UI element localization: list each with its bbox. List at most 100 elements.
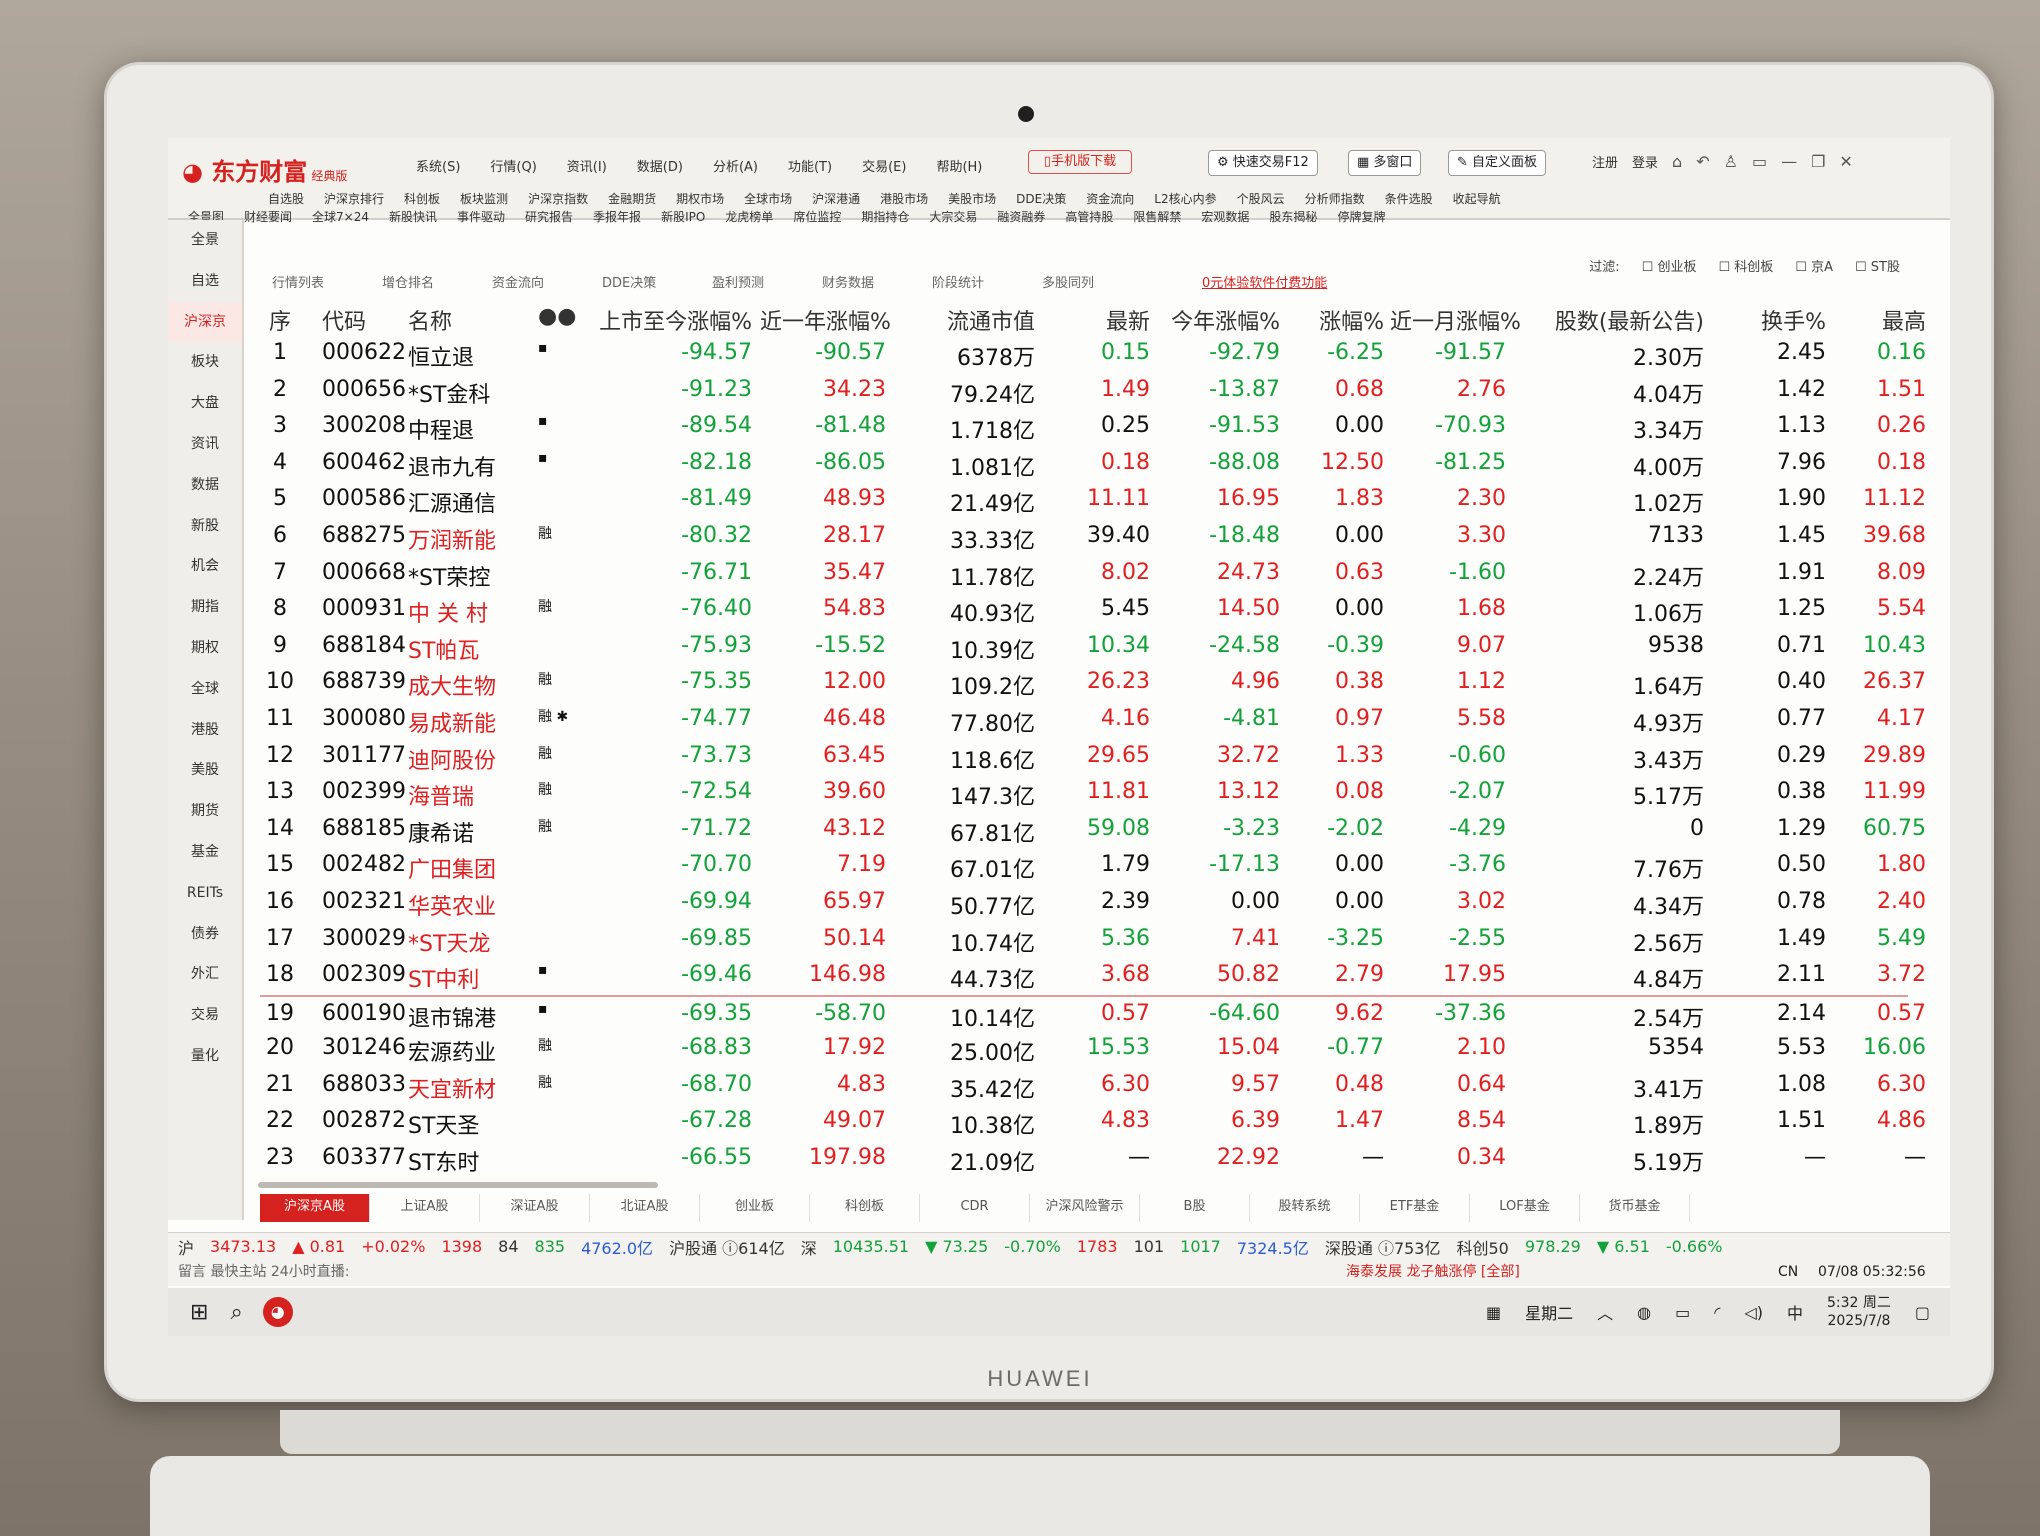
menu-system[interactable]: 系统(S) [416, 156, 460, 175]
table-row[interactable]: 3 300208 中程退 ▪ -89.54 -81.48 1.718亿 0.25 -91.53 0… [260, 409, 1926, 446]
sidebar-item-index-futures[interactable]: 期指 [168, 587, 242, 628]
login-link[interactable]: 登录 [1632, 152, 1658, 171]
subnav-item[interactable]: 个股风云 [1237, 190, 1285, 207]
subnav-item[interactable]: 宏观数据 [1201, 208, 1249, 225]
table-row[interactable]: 18 002309 ST中利 ▪ -69.46 146.98 44.73亿 3.68 50.82… [260, 958, 1926, 995]
hgt-flow[interactable]: 沪股通 ⓘ614亿 [669, 1235, 785, 1259]
sgt-flow[interactable]: 深股通 ⓘ753亿 [1325, 1235, 1441, 1259]
col-chg[interactable]: 涨幅% [1290, 304, 1384, 336]
subnav-item[interactable]: 金融期货 [608, 190, 656, 207]
subnav-item[interactable]: 财经要闻 [244, 208, 292, 225]
subnav-item[interactable]: 新股快讯 [389, 208, 437, 225]
table-row[interactable]: 12 301177 迪阿股份 融 -73.73 63.45 118.6亿 29.65 32.72… [260, 739, 1926, 776]
calendar-icon[interactable]: ▦ [1486, 1303, 1501, 1322]
sidebar-item-trade[interactable]: 交易 [168, 995, 242, 1036]
register-link[interactable]: 注册 [1592, 152, 1618, 171]
subnav-item[interactable]: 沪深京排行 [324, 190, 384, 207]
sidebar-item-us[interactable]: 美股 [168, 750, 242, 791]
subnav-item[interactable]: 停牌复牌 [1337, 208, 1385, 225]
menu-analysis[interactable]: 分析(A) [713, 156, 758, 175]
restore-icon[interactable]: ❐ [1811, 152, 1825, 171]
collapse-nav-link[interactable]: 收起导航 [1453, 190, 1501, 207]
subnav-item[interactable]: 龙虎榜单 [725, 208, 773, 225]
subnav-item[interactable]: 季报年报 [593, 208, 641, 225]
market-tab-risk[interactable]: 沪深风险警示 [1030, 1194, 1140, 1222]
subnav-item[interactable]: 自选股 [268, 190, 304, 207]
subnav-item[interactable]: 板块监测 [460, 190, 508, 207]
sidebar-item-sector[interactable]: 板块 [168, 342, 242, 383]
sidebar-item-ipo[interactable]: 新股 [168, 506, 242, 547]
subnav-item[interactable]: 大宗交易 [929, 208, 977, 225]
menu-quote[interactable]: 行情(Q) [490, 156, 536, 175]
market-tab-sh-a[interactable]: 上证A股 [370, 1194, 480, 1222]
subnav-item[interactable]: 席位监控 [793, 208, 841, 225]
sidebar-item-funds[interactable]: 基金 [168, 832, 242, 873]
table-row[interactable]: 5 000586 汇源通信 -81.49 48.93 21.49亿 11.11 16.95 1.… [260, 482, 1926, 519]
subnav-item[interactable]: 分析师指数 [1305, 190, 1365, 207]
table-row[interactable]: 21 688033 天宜新材 融 -68.70 4.83 35.42亿 6.30 9.57 0.4… [260, 1068, 1926, 1105]
sidebar-item-news[interactable]: 资讯 [168, 424, 242, 465]
custom-panel-button[interactable]: ✎ 自定义面板 [1448, 150, 1547, 176]
table-row[interactable]: 16 002321 华英农业 -69.94 65.97 50.77亿 2.39 0.00 0.0… [260, 885, 1926, 922]
tab-dde[interactable]: DDE决策 [602, 272, 656, 291]
table-row[interactable]: 9 688184 ST帕瓦 -75.93 -15.52 10.39亿 10.34 -24.58… [260, 629, 1926, 666]
table-row[interactable]: 4 600462 退市九有 ▪ -82.18 -86.05 1.081亿 0.18 -88.08… [260, 446, 1926, 483]
col-code[interactable]: 代码 [322, 304, 366, 336]
subnav-item[interactable]: 全球市场 [744, 190, 792, 207]
table-row[interactable]: 14 688185 康希诺 融 -71.72 43.12 67.81亿 59.08 -3.23 -… [260, 812, 1926, 849]
windows-start-icon[interactable]: ⊞ [190, 1300, 208, 1325]
menu-info[interactable]: 资讯(I) [567, 156, 607, 175]
table-row[interactable]: 6 688275 万润新能 融 -80.32 28.17 33.33亿 39.40 -18.48… [260, 519, 1926, 556]
table-row[interactable]: 11 300080 易成新能 融 ✱ -74.77 46.48 77.80亿 4.16 -4.8… [260, 702, 1926, 739]
notification-icon[interactable]: ▢ [1915, 1303, 1930, 1322]
table-row[interactable]: 10 688739 成大生物 融 -75.35 12.00 109.2亿 26.23 4.96 0… [260, 665, 1926, 702]
market-tab-b[interactable]: B股 [1140, 1194, 1250, 1222]
subnav-item[interactable]: 限售解禁 [1133, 208, 1181, 225]
subnav-item[interactable]: 融资融券 [997, 208, 1045, 225]
market-tab-bj-a[interactable]: 北证A股 [590, 1194, 700, 1222]
menu-help[interactable]: 帮助(H) [936, 156, 982, 175]
sidebar-item-bonds[interactable]: 债券 [168, 914, 242, 955]
sidebar-item-hsj[interactable]: 沪深京 [168, 301, 242, 343]
filter-chinext[interactable]: ☐ 创业板 [1642, 256, 1697, 275]
quick-trade-button[interactable]: ⚙ 快速交易F12 [1208, 150, 1318, 176]
col-m1-chg[interactable]: 近一月涨幅% [1390, 304, 1521, 336]
back-icon[interactable]: ↶ [1696, 152, 1709, 171]
mobile-download-button[interactable]: ▯手机版下载 [1028, 150, 1132, 174]
volume-icon[interactable]: ◁) [1744, 1303, 1763, 1322]
subnav-item[interactable]: 港股市场 [880, 190, 928, 207]
table-row[interactable]: 7 000668 *ST荣控 -76.71 35.47 11.78亿 8.02 24.73 0.… [260, 556, 1926, 593]
subnav-item[interactable]: 科创板 [404, 190, 440, 207]
wifi-icon[interactable]: ◜ [1714, 1303, 1720, 1322]
subnav-item[interactable]: 期权市场 [676, 190, 724, 207]
table-row[interactable]: 20 301246 宏源药业 融 -68.83 17.92 25.00亿 15.53 15.04… [260, 1031, 1926, 1068]
eastmoney-app-icon[interactable]: ◕ [262, 1297, 293, 1327]
app-logo[interactable]: ◕ 东方财富 经典版 [182, 152, 347, 187]
table-row[interactable]: 23 603377 ST东时 -66.55 197.98 21.09亿 — 22.92 — 0.3… [260, 1141, 1926, 1178]
sidebar-item-futures[interactable]: 期货 [168, 791, 242, 832]
sidebar-item-options[interactable]: 期权 [168, 628, 242, 669]
subnav-item[interactable]: 美股市场 [948, 190, 996, 207]
sidebar-item-hk[interactable]: 港股 [168, 710, 242, 751]
table-row[interactable]: 19 600190 退市锦港 ▪ -69.35 -58.70 10.14亿 0.57 -64.6… [260, 994, 1926, 1032]
filter-star[interactable]: ☐ 科创板 [1718, 256, 1773, 275]
sidebar-item-data[interactable]: 数据 [168, 465, 242, 506]
subnav-item[interactable]: 沪深京指数 [528, 190, 588, 207]
subnav-item[interactable]: 高管持股 [1065, 208, 1113, 225]
table-row[interactable]: 1 000622 恒立退 ▪ -94.57 -90.57 6378万 0.15 -92.79 -6… [260, 336, 1926, 373]
market-tab-etf[interactable]: ETF基金 [1360, 1194, 1470, 1222]
market-tab-money[interactable]: 货币基金 [1580, 1194, 1690, 1222]
sidebar-item-opportunity[interactable]: 机会 [168, 546, 242, 587]
minimize-icon[interactable]: — [1781, 152, 1797, 171]
market-tab-cdr[interactable]: CDR [920, 1194, 1030, 1222]
taskbar-clock[interactable]: 5:32 周二 2025/7/8 [1827, 1294, 1891, 1330]
subnav-item[interactable]: 期指持仓 [861, 208, 909, 225]
tab-period-stats[interactable]: 阶段统计 [932, 272, 984, 291]
col-high[interactable]: 最高 [1836, 304, 1926, 336]
col-ytd-chg[interactable]: 今年涨幅% [1160, 304, 1280, 336]
table-row[interactable]: 15 002482 广田集团 -70.70 7.19 67.01亿 1.79 -17.13 0.… [260, 848, 1926, 885]
tab-forecast[interactable]: 盈利预测 [712, 272, 764, 291]
multi-window-button[interactable]: ▦ 多窗口 [1348, 150, 1422, 176]
menu-function[interactable]: 功能(T) [788, 156, 832, 175]
col-mcap[interactable]: 流通市值 [900, 304, 1035, 336]
